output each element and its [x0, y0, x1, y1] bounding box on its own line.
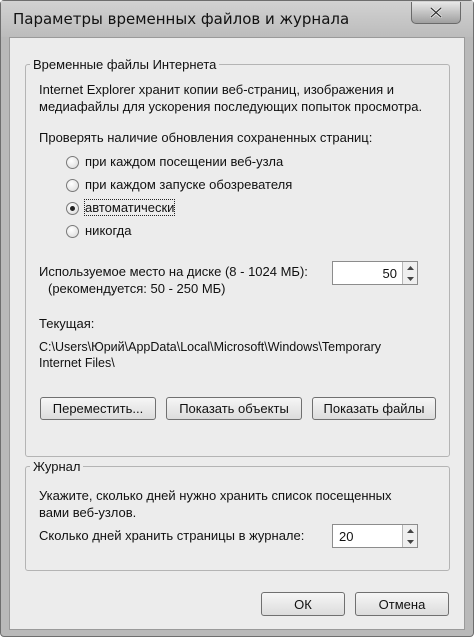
history-days-down-button[interactable] [403, 536, 417, 547]
disk-space-spinner[interactable] [332, 261, 418, 285]
history-days-arrows [402, 525, 417, 547]
history-days-spinner[interactable] [332, 524, 418, 548]
cancel-button-label: Отмена [378, 596, 426, 612]
disk-space-arrows [402, 262, 417, 284]
move-folder-button[interactable]: Переместить... [40, 397, 156, 420]
ok-button[interactable]: ОК [261, 592, 345, 616]
close-icon [430, 7, 442, 18]
history-days-label: Сколько дней хранить страницы в журнале: [39, 528, 305, 543]
show-objects-button-label: Показать объекты [179, 401, 289, 416]
radio-never[interactable] [66, 225, 79, 238]
internet-files-description-line1: Internet Explorer хранит копии веб-стран… [39, 82, 395, 97]
disk-space-up-button[interactable] [403, 262, 417, 273]
disk-space-down-button[interactable] [403, 273, 417, 284]
radio-automatic[interactable] [66, 202, 79, 215]
show-files-button[interactable]: Показать файлы [312, 397, 436, 420]
radio-never-label[interactable]: никогда [85, 223, 131, 238]
cancel-button[interactable]: Отмена [355, 592, 449, 616]
radio-every-start-label[interactable]: при каждом запуске обозревателя [85, 177, 292, 192]
arrow-down-icon [406, 276, 414, 281]
radio-automatic-label[interactable]: автоматически [83, 199, 176, 216]
radio-every-visit[interactable] [66, 156, 79, 169]
title-bar[interactable]: Параметры временных файлов и журнала [1, 1, 473, 37]
history-description-line1: Укажите, сколько дней нужно хранить спис… [39, 488, 392, 503]
history-legend: Журнал [33, 459, 81, 474]
radio-every-start[interactable] [66, 179, 79, 192]
disk-space-input[interactable] [333, 262, 403, 284]
disk-space-hint: (рекомендуется: 50 - 250 МБ) [48, 281, 226, 296]
internet-files-description-line2: медиафайлы для ускорения последующих поп… [39, 99, 423, 114]
arrow-up-icon [406, 528, 414, 533]
move-folder-button-label: Переместить... [52, 401, 144, 416]
dialog-window: Параметры временных файлов и журнала Вре… [0, 0, 474, 637]
history-days-up-button[interactable] [403, 525, 417, 536]
disk-space-label: Используемое место на диске (8 - 1024 МБ… [39, 264, 308, 279]
show-objects-button[interactable]: Показать объекты [166, 397, 302, 420]
check-updates-label: Проверять наличие обновления сохраненных… [39, 130, 373, 145]
window-title: Параметры временных файлов и журнала [13, 10, 350, 28]
arrow-up-icon [406, 265, 414, 270]
ok-button-label: ОК [294, 596, 312, 612]
radio-every-visit-label[interactable]: при каждом посещении веб-узла [85, 154, 283, 169]
current-location-label: Текущая: [39, 316, 95, 331]
internet-files-legend: Временные файлы Интернета [33, 57, 217, 72]
dialog-body: Временные файлы Интернета Internet Explo… [9, 37, 465, 630]
show-files-button-label: Показать файлы [323, 401, 425, 416]
close-button[interactable] [411, 2, 461, 24]
current-path-line2: Internet Files\ [39, 356, 115, 370]
arrow-down-icon [406, 539, 414, 544]
history-description-line2: вами веб-узлов. [39, 505, 137, 520]
history-days-input[interactable] [333, 525, 403, 547]
current-path-line1: C:\Users\Юрий\AppData\Local\Microsoft\Wi… [39, 340, 381, 354]
